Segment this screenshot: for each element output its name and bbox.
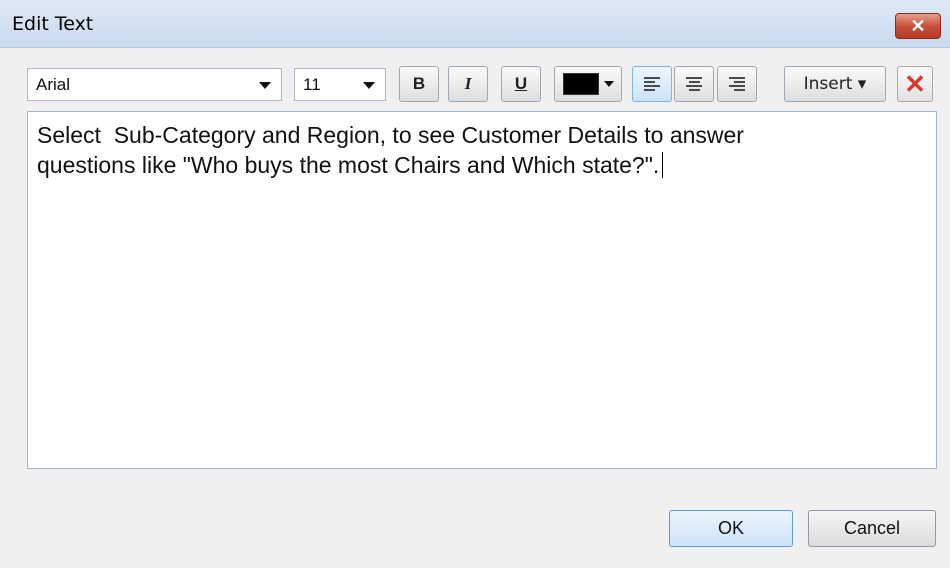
close-icon: ✕ — [910, 15, 926, 36]
chevron-down-icon — [259, 82, 271, 89]
text-editor[interactable]: Select Sub-Category and Region, to see C… — [27, 111, 937, 469]
bold-icon: B — [412, 74, 426, 93]
color-swatch — [562, 73, 599, 95]
align-left-button[interactable] — [632, 66, 672, 102]
text-color-button[interactable] — [554, 66, 622, 102]
delete-x-icon: ✕ — [904, 68, 926, 99]
title-bar: Edit Text ✕ — [0, 0, 950, 48]
insert-button[interactable]: Insert ▾ — [784, 66, 886, 102]
chevron-down-icon — [363, 82, 375, 89]
chevron-down-icon — [603, 81, 614, 87]
clear-formatting-button[interactable]: ✕ — [897, 66, 933, 102]
editor-text: Select Sub-Category and Region, to see C… — [37, 122, 744, 178]
edit-text-dialog: Edit Text ✕ Arial 11 B I U Insert ▾ ✕ Se… — [0, 0, 950, 568]
bold-button[interactable]: B — [399, 66, 439, 102]
font-family-value: Arial — [36, 74, 71, 94]
align-right-button[interactable] — [717, 66, 757, 102]
insert-label: Insert ▾ — [803, 74, 867, 94]
font-family-select[interactable]: Arial — [27, 68, 282, 101]
underline-button[interactable]: U — [501, 66, 541, 102]
cancel-button[interactable]: Cancel — [808, 510, 936, 547]
underline-icon: U — [514, 74, 528, 93]
align-center-button[interactable] — [674, 66, 714, 102]
font-size-select[interactable]: 11 — [294, 68, 386, 101]
align-right-icon — [729, 77, 745, 91]
ok-button[interactable]: OK — [669, 510, 793, 547]
text-caret — [662, 152, 664, 178]
italic-icon: I — [464, 74, 472, 93]
italic-button[interactable]: I — [448, 66, 488, 102]
align-left-icon — [644, 77, 660, 91]
font-size-value: 11 — [303, 74, 321, 94]
ok-label: OK — [717, 518, 744, 538]
dialog-title: Edit Text — [12, 13, 94, 35]
align-center-icon — [686, 77, 702, 91]
close-button[interactable]: ✕ — [895, 13, 941, 39]
cancel-label: Cancel — [843, 518, 901, 538]
